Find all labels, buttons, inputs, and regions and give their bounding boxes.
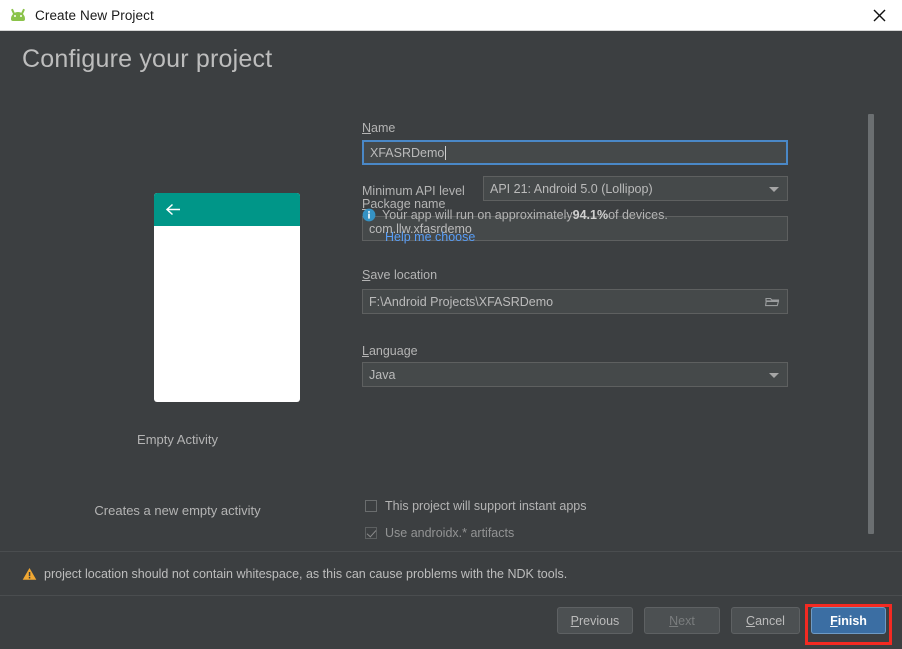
window-title: Create New Project: [35, 7, 154, 23]
text-caret: [445, 145, 447, 160]
template-name-label: Empty Activity: [137, 432, 218, 447]
folder-icon[interactable]: [764, 295, 780, 311]
create-new-project-dialog: Create New Project Configure your projec…: [0, 0, 902, 649]
instant-apps-checkbox[interactable]: This project will support instant apps: [365, 499, 586, 513]
language-label: Language: [362, 344, 418, 358]
dialog-content: Empty Activity Creates a new empty activ…: [0, 96, 902, 551]
save-location-label: Save location: [362, 268, 438, 282]
warning-triangle-icon: [22, 567, 37, 581]
template-preview-panel: Empty Activity Creates a new empty activ…: [0, 96, 355, 551]
page-title: Configure your project: [22, 45, 273, 73]
save-location-value: F:\Android Projects\XFASRDemo: [369, 294, 554, 309]
arrow-left-icon: [165, 202, 182, 222]
checkbox-box: [365, 500, 377, 512]
name-label: Name: [362, 121, 396, 135]
scrollbar-thumb[interactable]: [868, 114, 874, 534]
warning-message: project location should not contain whit…: [44, 566, 568, 581]
language-select[interactable]: Java: [362, 362, 788, 387]
name-input-value: XFASRDemo: [370, 145, 445, 160]
project-form: Name XFASRDemo Package name com.llw.xfas…: [355, 96, 902, 551]
min-api-level-label: Minimum API level: [362, 184, 465, 198]
checkbox-box: [365, 527, 377, 539]
device-coverage-suffix: of devices.: [608, 208, 668, 222]
chevron-down-icon: [769, 373, 779, 378]
device-coverage-info: Your app will run on approximately 94.1%…: [362, 208, 668, 222]
next-button: Next: [644, 607, 720, 634]
save-location-input[interactable]: F:\Android Projects\XFASRDemo: [362, 289, 788, 314]
close-icon[interactable]: [856, 0, 902, 30]
instant-apps-label: This project will support instant apps: [385, 499, 587, 513]
title-bar: Create New Project: [0, 0, 902, 31]
previous-button[interactable]: Previous: [557, 607, 633, 634]
min-api-level-select[interactable]: API 21: Android 5.0 (Lollipop): [483, 176, 788, 201]
name-input[interactable]: XFASRDemo: [362, 140, 788, 165]
dialog-button-bar: Previous Next Cancel Finish: [0, 595, 902, 649]
help-me-choose-link[interactable]: Help me choose: [385, 230, 475, 244]
device-coverage-prefix: Your app will run on approximately: [382, 208, 573, 222]
android-robot-icon: [10, 8, 26, 22]
info-icon: [362, 208, 376, 222]
template-description-label: Creates a new empty activity: [94, 503, 261, 518]
validation-warning-bar: project location should not contain whit…: [0, 551, 902, 595]
cancel-button[interactable]: Cancel: [731, 607, 800, 634]
androidx-artifacts-checkbox[interactable]: Use androidx.* artifacts: [365, 526, 514, 540]
finish-button[interactable]: Finish: [811, 607, 886, 634]
activity-preview-image: [154, 193, 300, 402]
androidx-artifacts-label: Use androidx.* artifacts: [385, 526, 515, 540]
preview-appbar: [154, 193, 300, 226]
language-value: Java: [369, 367, 396, 382]
min-api-level-value: API 21: Android 5.0 (Lollipop): [490, 181, 653, 196]
content-scrollbar[interactable]: [866, 96, 876, 551]
chevron-down-icon: [769, 187, 779, 192]
device-coverage-percent: 94.1%: [572, 208, 609, 222]
